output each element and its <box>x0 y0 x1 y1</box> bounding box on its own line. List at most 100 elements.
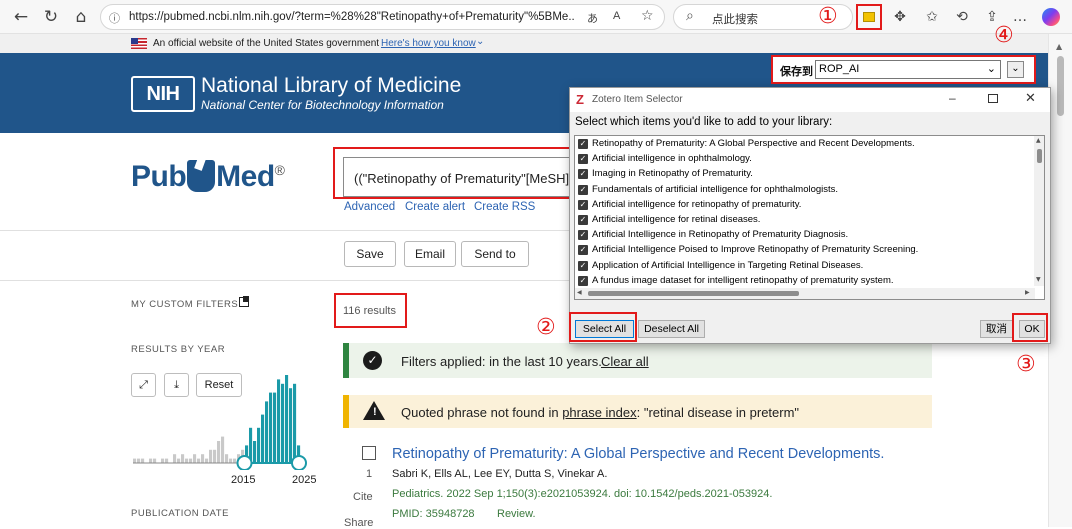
year-range-start-handle[interactable] <box>236 455 253 470</box>
nih-logo[interactable]: NIH <box>131 76 195 112</box>
selector-list-item[interactable]: ✓ Fundamentals of artificial intelligence… <box>578 183 1033 198</box>
dialog-titlebar[interactable]: Z Zotero Item Selector – ✕ <box>570 88 1050 112</box>
item-checkbox[interactable]: ✓ <box>578 139 588 149</box>
item-checkbox[interactable]: ✓ <box>578 154 588 165</box>
item-checkbox[interactable]: ✓ <box>578 169 588 180</box>
nlm-title[interactable]: National Library of Medicine <box>201 74 461 98</box>
deselect-all-button[interactable]: Deselect All <box>638 320 705 338</box>
minimize-icon[interactable]: – <box>949 91 956 105</box>
year-bar[interactable] <box>161 458 165 463</box>
copilot-icon[interactable] <box>1042 8 1060 26</box>
selector-list-item[interactable]: ✓ Artificial intelligence in ophthalmolog… <box>578 152 1033 167</box>
send-to-button[interactable]: Send to <box>461 241 529 267</box>
year-bar[interactable] <box>217 441 221 463</box>
year-bar[interactable] <box>201 454 205 463</box>
selector-list-item[interactable]: ✓ Artificial intelligence for retinopathy… <box>578 198 1033 213</box>
year-bar[interactable] <box>197 458 201 463</box>
refresh-icon[interactable]: ↻ <box>40 6 62 28</box>
year-bar[interactable] <box>233 458 237 463</box>
year-bar[interactable] <box>221 436 225 463</box>
year-bar[interactable] <box>273 392 277 463</box>
year-bar[interactable] <box>189 458 193 463</box>
year-range-end-handle[interactable] <box>291 455 307 470</box>
year-bar[interactable] <box>153 458 157 463</box>
item-checkbox[interactable]: ✓ <box>578 275 588 286</box>
scroll-up-arrow-icon[interactable]: ▲ <box>1036 137 1041 144</box>
year-bar[interactable] <box>177 458 181 463</box>
translate-icon[interactable]: あ <box>587 10 598 26</box>
year-bar[interactable] <box>257 427 261 463</box>
maximize-icon[interactable] <box>988 94 998 103</box>
year-bar[interactable] <box>213 449 217 463</box>
year-bar[interactable] <box>193 454 197 463</box>
selector-list-item[interactable]: ✓ Application of Artificial Intelligence … <box>578 259 1033 274</box>
share-button[interactable]: Share <box>344 517 373 529</box>
year-bar[interactable] <box>209 449 213 463</box>
cancel-button[interactable]: 取消 <box>980 320 1013 338</box>
year-bar[interactable] <box>253 441 257 463</box>
year-bar[interactable] <box>137 458 141 463</box>
selector-list-item[interactable]: ✓ Imaging in Retinopathy of Prematurity. <box>578 167 1033 182</box>
heres-how-you-know-link[interactable]: Here's how you know <box>381 38 476 49</box>
list-vertical-scrollbar[interactable]: ▲ ▼ <box>1034 136 1044 286</box>
scroll-thumb[interactable] <box>1057 56 1064 116</box>
item-checkbox[interactable]: ✓ <box>578 260 588 271</box>
year-bar[interactable] <box>265 401 269 463</box>
selector-list-item[interactable]: ✓ Artificial Intelligence in Retinopathy … <box>578 228 1033 243</box>
item-checkbox[interactable]: ✓ <box>578 245 588 256</box>
year-bar[interactable] <box>285 375 289 463</box>
email-button[interactable]: Email <box>404 241 456 267</box>
item-checkbox[interactable]: ✓ <box>578 215 588 225</box>
scroll-up-icon[interactable]: ▲ <box>1056 42 1062 51</box>
item-checkbox[interactable]: ✓ <box>578 184 588 195</box>
year-bar[interactable] <box>289 388 293 463</box>
article-checkbox[interactable] <box>362 446 376 460</box>
close-icon[interactable]: ✕ <box>1025 91 1036 106</box>
list-hscroll-thumb[interactable] <box>588 291 799 296</box>
year-bar[interactable] <box>133 458 137 463</box>
item-checkbox[interactable]: ✓ <box>578 230 588 241</box>
scroll-left-arrow-icon[interactable]: ◀ <box>577 289 582 296</box>
year-bar[interactable] <box>261 414 265 463</box>
year-bar[interactable] <box>149 458 153 463</box>
back-icon[interactable]: ← <box>10 6 32 28</box>
phrase-index-link[interactable]: phrase index <box>562 405 636 420</box>
year-bar[interactable] <box>205 458 209 463</box>
site-info-icon[interactable]: ⓘ <box>109 10 120 26</box>
list-scroll-thumb[interactable] <box>1037 149 1042 163</box>
home-icon[interactable]: ⌂ <box>70 6 92 28</box>
selector-list-item[interactable]: ✓ A fundus image dataset for intelligent … <box>578 274 1033 289</box>
selector-list-item[interactable]: ✓ Retinopathy of Prematurity: A Global Pe… <box>578 137 1033 152</box>
selector-list-item[interactable]: ✓ Artificial intelligence for retinal dis… <box>578 213 1033 228</box>
year-bar[interactable] <box>293 383 297 463</box>
year-bar[interactable] <box>181 454 185 463</box>
save-button[interactable]: Save <box>344 241 396 267</box>
cite-button[interactable]: Cite <box>353 491 373 503</box>
create-alert-link[interactable]: Create alert <box>405 201 465 213</box>
external-link-icon[interactable] <box>239 296 249 307</box>
year-bar[interactable] <box>185 458 189 463</box>
address-bar[interactable]: ⓘ https://pubmed.ncbi.nlm.nih.gov/?term=… <box>100 4 665 30</box>
year-bar[interactable] <box>225 454 229 463</box>
year-bar[interactable] <box>141 458 145 463</box>
favorites-icon[interactable]: ✩ <box>922 7 942 27</box>
year-bar[interactable] <box>229 458 233 463</box>
year-bar[interactable] <box>165 458 169 463</box>
year-bar[interactable] <box>281 383 285 463</box>
article-title-link[interactable]: Retinopathy of Prematurity: A Global Per… <box>392 446 884 462</box>
scroll-right-arrow-icon[interactable]: ▶ <box>1025 289 1030 296</box>
read-aloud-icon[interactable]: A <box>613 10 620 22</box>
pubmed-logo[interactable]: Pub Med® <box>131 151 285 194</box>
year-bar[interactable] <box>277 379 281 463</box>
zotero-save-folder-icon[interactable] <box>863 12 875 22</box>
clear-all-link[interactable]: Clear all <box>601 354 649 369</box>
page-scrollbar[interactable]: ▲ <box>1048 34 1072 527</box>
my-custom-filters-heading[interactable]: MY CUSTOM FILTERS <box>131 299 238 310</box>
extensions-icon[interactable]: ✥ <box>890 7 910 27</box>
item-checkbox[interactable]: ✓ <box>578 199 588 210</box>
scroll-down-arrow-icon[interactable]: ▼ <box>1036 276 1041 283</box>
advanced-search-link[interactable]: Advanced <box>344 201 395 213</box>
create-rss-link[interactable]: Create RSS <box>474 201 535 213</box>
year-bar[interactable] <box>173 454 177 463</box>
selector-list-item[interactable]: ✓ Artificial Intelligence Poised to Impro… <box>578 243 1033 258</box>
